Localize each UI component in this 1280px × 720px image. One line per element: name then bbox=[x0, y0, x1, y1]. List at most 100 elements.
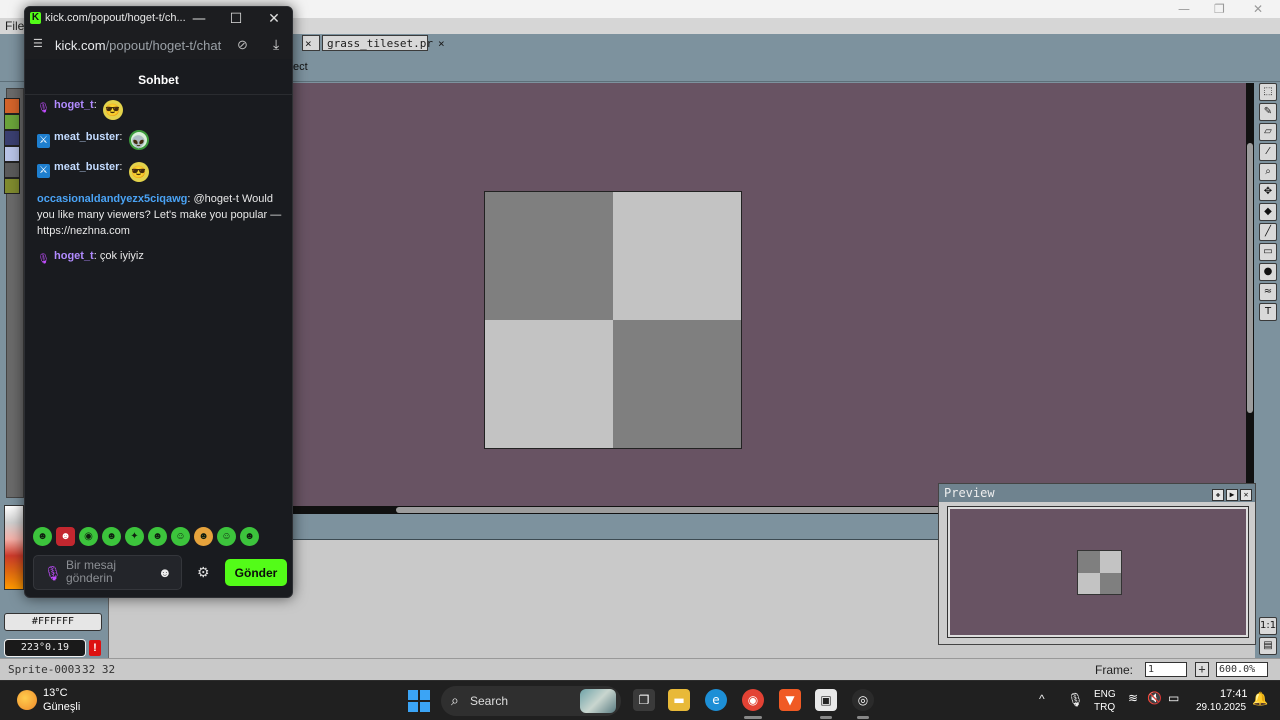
rectangle-tool-icon[interactable]: ▭ bbox=[1259, 243, 1277, 261]
green-emote-icon[interactable]: ✦ bbox=[125, 527, 144, 546]
orange-emote-icon[interactable]: ☻ bbox=[194, 527, 213, 546]
sun-icon[interactable] bbox=[17, 690, 37, 710]
keyboard-layout-indicator[interactable]: TRQ bbox=[1094, 702, 1115, 713]
text-tool-icon[interactable]: T bbox=[1259, 303, 1277, 321]
chat-message-input[interactable] bbox=[66, 559, 156, 587]
notification-bell-icon[interactable]: 🔔 bbox=[1252, 691, 1268, 707]
scroll-thumb[interactable] bbox=[396, 507, 941, 513]
marquee-tool-icon[interactable]: ⬚ bbox=[1259, 83, 1277, 101]
palette-swatch[interactable] bbox=[4, 178, 20, 194]
zoom-tool-icon[interactable]: ⌕ bbox=[1259, 163, 1277, 181]
task-view-icon[interactable]: ❐ bbox=[633, 689, 655, 711]
palette-swatch[interactable] bbox=[4, 130, 20, 146]
aseprite-icon[interactable]: ▣ bbox=[815, 689, 837, 711]
weather-description[interactable]: Güneşli bbox=[43, 701, 80, 713]
blur-tool-icon[interactable]: ≈ bbox=[1259, 283, 1277, 301]
horizontal-scrollbar[interactable] bbox=[293, 506, 946, 514]
wifi-icon[interactable]: ≋ bbox=[1128, 691, 1138, 705]
move-tool-icon[interactable]: ✥ bbox=[1259, 183, 1277, 201]
preview-title-bar[interactable]: Preview ✚ ▶ ✕ bbox=[939, 484, 1255, 502]
obs-icon[interactable]: ◎ bbox=[852, 689, 874, 711]
tab-close-icon[interactable]: × bbox=[438, 37, 445, 50]
tab-label: grass_tileset.pr bbox=[327, 37, 433, 50]
green-emote-icon[interactable]: ☻ bbox=[148, 527, 167, 546]
preview-close-icon[interactable]: ✕ bbox=[1240, 489, 1252, 501]
palette-swatch[interactable] bbox=[4, 162, 20, 178]
tab-close-icon[interactable]: × bbox=[305, 37, 312, 50]
chat-username[interactable]: occasionaldandyezx5ciqawg bbox=[37, 193, 187, 205]
timeline-toggle-icon[interactable]: ▤ bbox=[1259, 637, 1277, 655]
chat-settings-icon[interactable]: ⚙ bbox=[197, 564, 210, 581]
eye-off-icon[interactable]: ⊘ bbox=[237, 37, 248, 53]
eyedropper-tool-icon[interactable]: ⁄ bbox=[1259, 143, 1277, 161]
sprite-image[interactable] bbox=[484, 191, 742, 449]
zoom-field[interactable]: 600.0% bbox=[1216, 662, 1268, 677]
maximize-icon[interactable]: ❐ bbox=[1214, 2, 1225, 16]
volume-muted-icon[interactable]: 🔇 bbox=[1147, 691, 1162, 705]
color-picker-gradient[interactable] bbox=[4, 505, 24, 590]
fill-tool-icon[interactable]: ◆ bbox=[1259, 203, 1277, 221]
weather-temperature[interactable]: 13°C bbox=[43, 687, 68, 699]
alien-emote-icon[interactable]: ◉ bbox=[79, 527, 98, 546]
frame-field[interactable]: 1 bbox=[1145, 662, 1187, 677]
zoom-1-1-icon[interactable]: 1:1 bbox=[1259, 617, 1277, 635]
battery-icon[interactable]: ▭ bbox=[1168, 691, 1179, 705]
send-button[interactable]: Gönder bbox=[225, 559, 287, 586]
green-emote-icon[interactable]: ☻ bbox=[102, 527, 121, 546]
edge-icon[interactable]: e bbox=[705, 689, 727, 711]
minimize-icon[interactable]: — bbox=[185, 9, 213, 29]
close-icon[interactable]: ✕ bbox=[260, 9, 288, 29]
maximize-icon[interactable]: ☐ bbox=[222, 9, 250, 29]
red-emote-icon[interactable]: ☻ bbox=[56, 527, 75, 546]
sprite-editor-canvas[interactable] bbox=[293, 83, 1246, 506]
preview-center-icon[interactable]: ✚ bbox=[1212, 489, 1224, 501]
tray-chevron-up-icon[interactable]: ^ bbox=[1039, 692, 1045, 706]
clock-date[interactable]: 29.10.2025 bbox=[1196, 702, 1246, 713]
chat-titlebar[interactable]: K kick.com/popout/hoget-t/ch... — ☐ ✕ bbox=[25, 7, 292, 31]
palette-swatch[interactable] bbox=[4, 98, 20, 114]
vertical-scrollbar[interactable] bbox=[1246, 83, 1254, 506]
line-tool-icon[interactable]: ╱ bbox=[1259, 223, 1277, 241]
green-emote-icon[interactable]: ☻ bbox=[240, 527, 259, 546]
language-indicator[interactable]: ENG bbox=[1094, 689, 1116, 700]
scroll-thumb[interactable] bbox=[1247, 143, 1253, 413]
chat-username[interactable]: meat_buster bbox=[54, 161, 119, 173]
green-emote-icon[interactable]: ☺ bbox=[217, 527, 236, 546]
green-emote-icon[interactable]: ☺ bbox=[171, 527, 190, 546]
clock-time[interactable]: 17:41 bbox=[1220, 688, 1248, 700]
windows-start-icon[interactable] bbox=[408, 690, 430, 712]
contour-tool-icon[interactable]: ● bbox=[1259, 263, 1277, 281]
palette-swatch[interactable] bbox=[4, 146, 20, 162]
chat-username[interactable]: meat_buster bbox=[54, 131, 119, 143]
preview-sprite bbox=[1077, 550, 1122, 595]
green-emote-icon[interactable]: ☻ bbox=[33, 527, 52, 546]
menu-file[interactable]: File bbox=[5, 19, 24, 33]
chat-window-title: kick.com/popout/hoget-t/ch... bbox=[45, 12, 186, 24]
color-hsv-readout[interactable]: 223°0.19 bbox=[4, 639, 86, 657]
new-frame-button[interactable]: + bbox=[1195, 662, 1209, 677]
site-info-icon[interactable]: ☰ bbox=[33, 38, 45, 50]
taskbar: 13°C Güneşli ⌕ Search ❐ ▬ e ◉ ▼ ▣ ◎ ^ 🎙 … bbox=[0, 680, 1280, 720]
palette-swatches bbox=[4, 98, 24, 198]
download-icon[interactable]: ⤓ bbox=[273, 36, 279, 53]
close-icon[interactable]: ✕ bbox=[1253, 2, 1263, 16]
chat-username[interactable]: hoget_t bbox=[54, 250, 94, 262]
preview-play-icon[interactable]: ▶ bbox=[1226, 489, 1238, 501]
emoji-icon[interactable]: ☻ bbox=[158, 565, 172, 580]
mic-icon[interactable]: 🎙 bbox=[1067, 692, 1084, 708]
file-explorer-icon[interactable]: ▬ bbox=[668, 689, 690, 711]
pencil-tool-icon[interactable]: ✎ bbox=[1259, 103, 1277, 121]
color-hex-field[interactable]: #FFFFFF bbox=[4, 613, 102, 631]
chrome-icon[interactable]: ◉ bbox=[742, 689, 764, 711]
eraser-tool-icon[interactable]: ▱ bbox=[1259, 123, 1277, 141]
warning-icon[interactable]: ! bbox=[89, 640, 101, 656]
mic-icon: 🎙 bbox=[44, 565, 62, 581]
palette-swatch[interactable] bbox=[4, 114, 20, 130]
tab-sprite-close[interactable]: × bbox=[302, 35, 320, 51]
brave-icon[interactable]: ▼ bbox=[779, 689, 801, 711]
chat-username[interactable]: hoget_t bbox=[54, 99, 94, 111]
taskbar-search[interactable]: ⌕ Search bbox=[441, 686, 621, 716]
tab-grass-tileset[interactable]: grass_tileset.pr × bbox=[322, 35, 445, 51]
address-bar[interactable]: ☰ kick.com/popout/hoget-t/chat ⊘ ⤓ bbox=[25, 31, 292, 59]
minimize-icon[interactable]: — bbox=[1178, 2, 1190, 16]
